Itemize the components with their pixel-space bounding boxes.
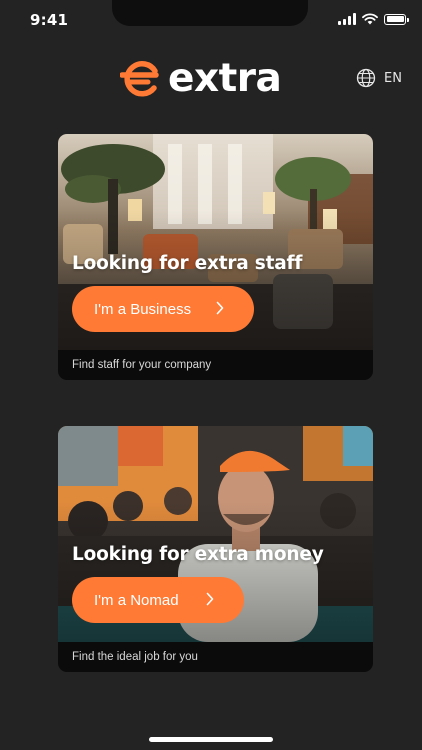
- wifi-icon: [362, 13, 378, 25]
- language-label: EN: [384, 70, 402, 86]
- app-logo: extra: [120, 55, 282, 101]
- device-notch: [112, 0, 308, 26]
- status-icons: [338, 13, 409, 25]
- logo-wordmark: extra: [168, 55, 282, 101]
- status-bar: 9:41: [0, 0, 422, 44]
- business-button-label: I'm a Business: [94, 300, 192, 318]
- nomad-button[interactable]: I'm a Nomad: [72, 577, 244, 623]
- nomad-card[interactable]: Looking for extra money I'm a Nomad Find…: [58, 426, 373, 672]
- business-card[interactable]: Looking for extra staff I'm a Business F…: [58, 134, 373, 380]
- business-button[interactable]: I'm a Business: [72, 286, 254, 332]
- cellular-signal-icon: [338, 13, 356, 25]
- app-header: extra EN: [0, 56, 422, 106]
- extra-logo-icon: [120, 61, 159, 97]
- nomad-button-label: I'm a Nomad: [94, 591, 179, 609]
- card-caption: Find staff for your company: [72, 359, 212, 371]
- status-time: 9:41: [30, 11, 69, 29]
- globe-icon: [356, 68, 376, 88]
- language-selector[interactable]: EN: [356, 68, 402, 88]
- card-title: Looking for extra staff: [72, 253, 303, 274]
- battery-icon: [384, 13, 409, 25]
- chevron-right-icon: [206, 592, 214, 606]
- card-title: Looking for extra money: [72, 544, 324, 565]
- home-indicator: [149, 737, 273, 742]
- chevron-right-icon: [216, 301, 224, 315]
- card-caption: Find the ideal job for you: [72, 651, 198, 663]
